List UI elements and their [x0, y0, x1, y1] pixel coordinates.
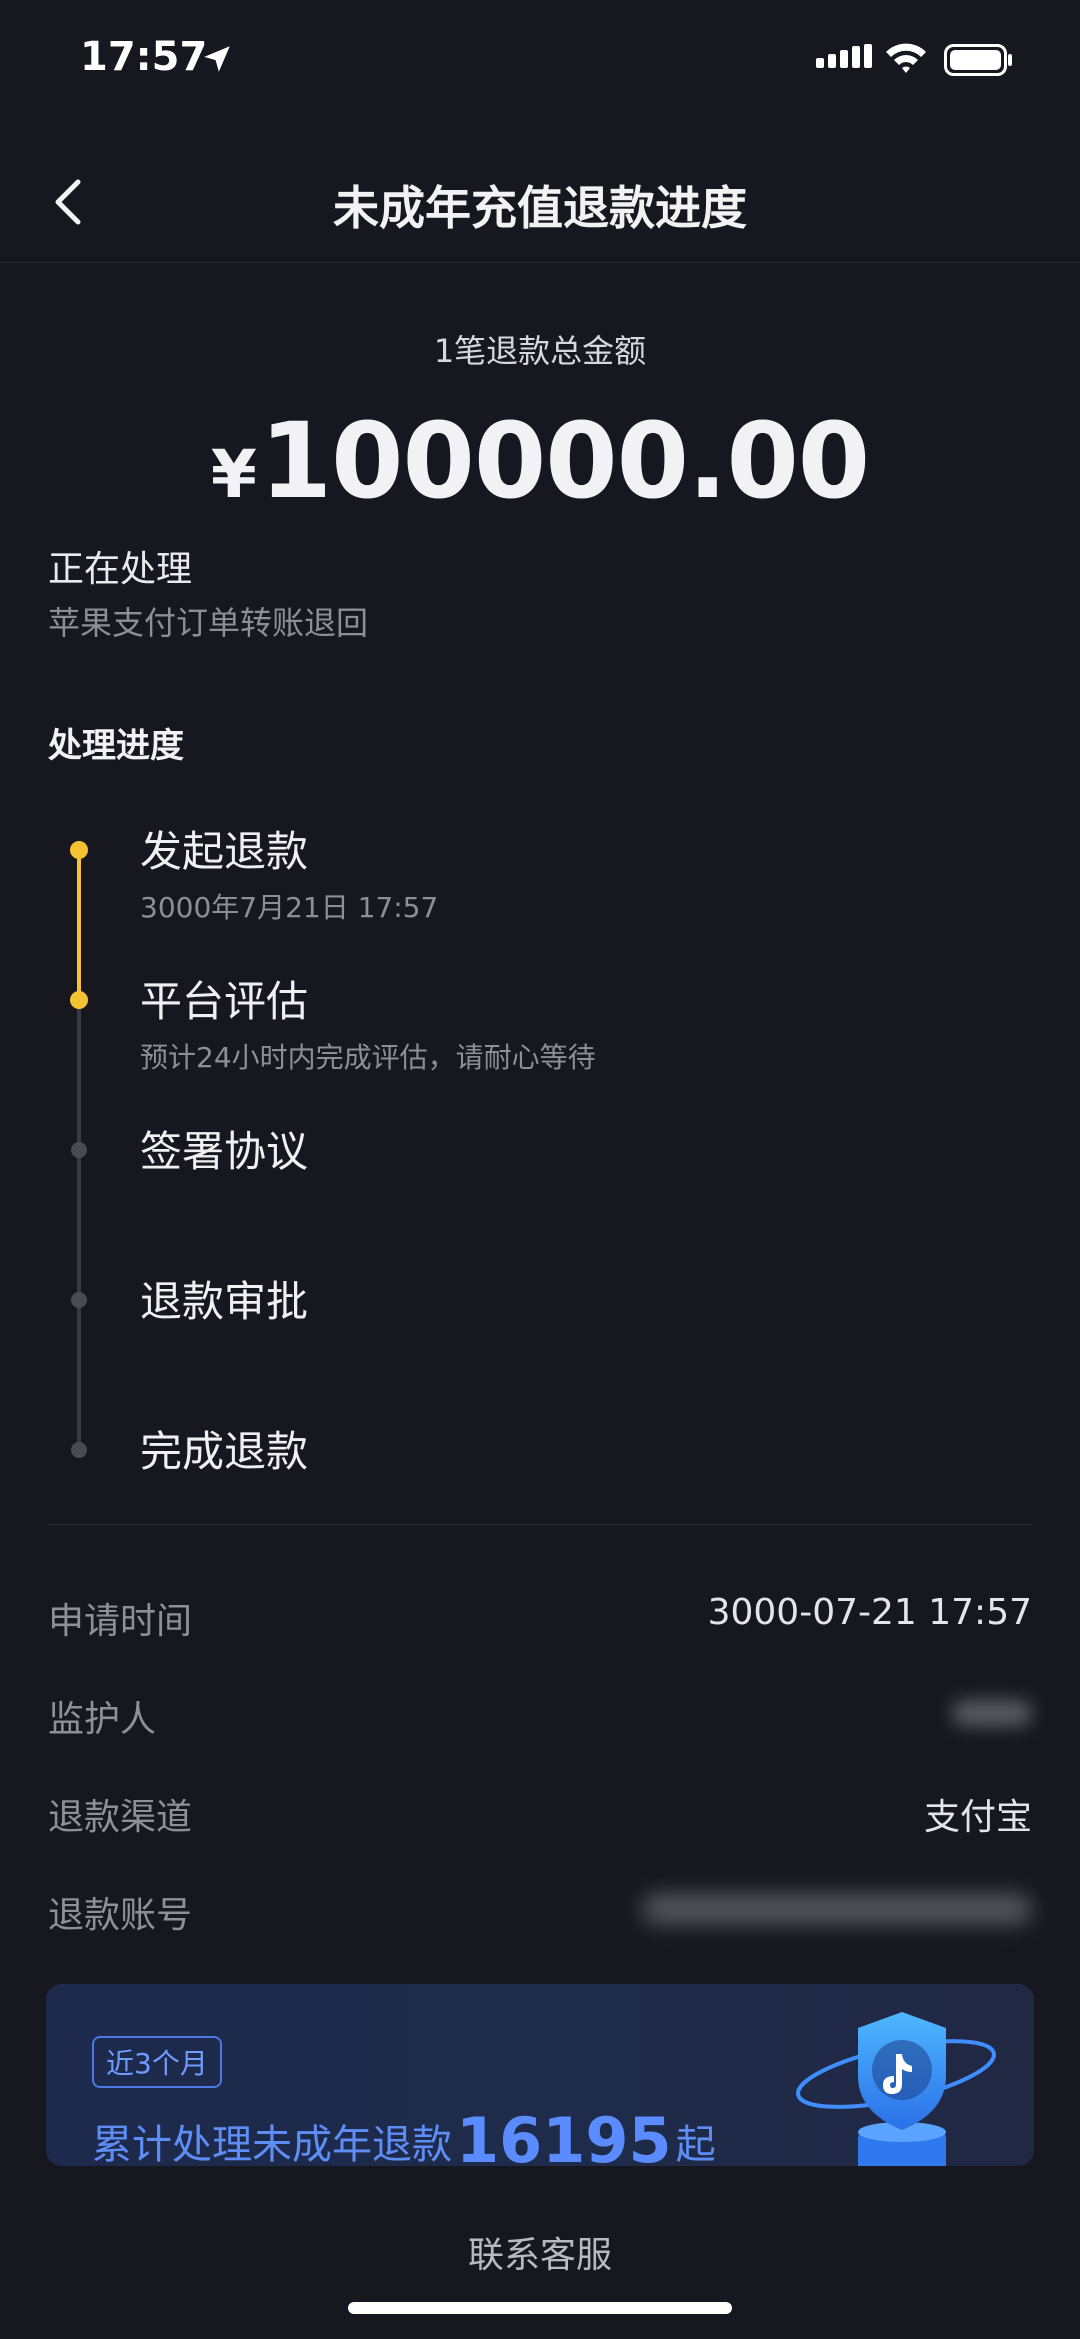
step-platform-review-note: 预计24小时内完成评估，请耐心等待: [140, 1041, 596, 1074]
guardian-label: 监护人: [48, 1699, 157, 1740]
banner-text-prefix: 累计处理未成年退款: [92, 2122, 452, 2166]
step-initiate-time: 3000年7月21日 17:57: [140, 891, 439, 924]
apply-time-label: 申请时间: [48, 1601, 193, 1642]
step-initiate-refund: 发起退款: [140, 827, 309, 876]
nav-bar: 未成年充值退款进度: [0, 140, 1080, 263]
timeline-dot-done: [70, 841, 88, 859]
apply-time-value: 3000-07-21 17:57: [707, 1592, 1032, 1633]
cellular-signal-icon: [816, 44, 872, 68]
contact-support-link[interactable]: 联系客服: [0, 2226, 1080, 2278]
refund-stats-banner[interactable]: 近3个月 累计处理未成年退款16195 起: [46, 1984, 1034, 2166]
step-refund-approval: 退款审批: [140, 1277, 309, 1326]
refund-amount: ¥100000.00: [0, 400, 1080, 522]
step-refund-complete: 完成退款: [140, 1427, 309, 1476]
status-bar: 17:57: [0, 0, 1080, 120]
refund-account-redacted: [642, 1894, 1032, 1924]
shield-douyin-icon: [796, 2012, 996, 2166]
home-indicator[interactable]: [348, 2302, 732, 2314]
location-arrow-icon: [204, 46, 230, 72]
timeline-dot-current: [70, 991, 88, 1009]
refund-count: 16195: [456, 2104, 672, 2166]
timeline-dot-pending: [71, 1292, 87, 1308]
timeline-dot-pending: [71, 1442, 87, 1458]
amount-value: 100000.00: [259, 400, 870, 522]
refund-status-detail: 苹果支付订单转账退回: [48, 604, 369, 642]
period-tag: 近3个月: [92, 2036, 222, 2088]
total-amount-label: 1笔退款总金额: [433, 332, 647, 370]
step-platform-review: 平台评估: [140, 977, 309, 1026]
refund-account-label: 退款账号: [48, 1895, 193, 1936]
timeline-line-active: [77, 850, 81, 1000]
refund-channel-value: 支付宝: [923, 1797, 1032, 1838]
wifi-icon: [886, 43, 926, 73]
page-title: 未成年充值退款进度: [333, 181, 747, 235]
status-time: 17:57: [80, 34, 208, 80]
progress-section-title: 处理进度: [48, 726, 184, 766]
banner-stats-text: 累计处理未成年退款16195 起: [92, 2100, 716, 2166]
guardian-name-redacted: [952, 1700, 1032, 1726]
refund-channel-label: 退款渠道: [48, 1797, 193, 1838]
section-divider: [48, 1524, 1032, 1525]
timeline-line-pending: [77, 1000, 81, 1450]
currency-symbol: ¥: [210, 436, 257, 513]
step-sign-agreement: 签署协议: [140, 1127, 309, 1176]
timeline-dot-pending: [71, 1142, 87, 1158]
battery-icon: [944, 44, 1012, 76]
banner-text-suffix: 起: [675, 2122, 716, 2166]
refund-status: 正在处理: [48, 549, 193, 590]
